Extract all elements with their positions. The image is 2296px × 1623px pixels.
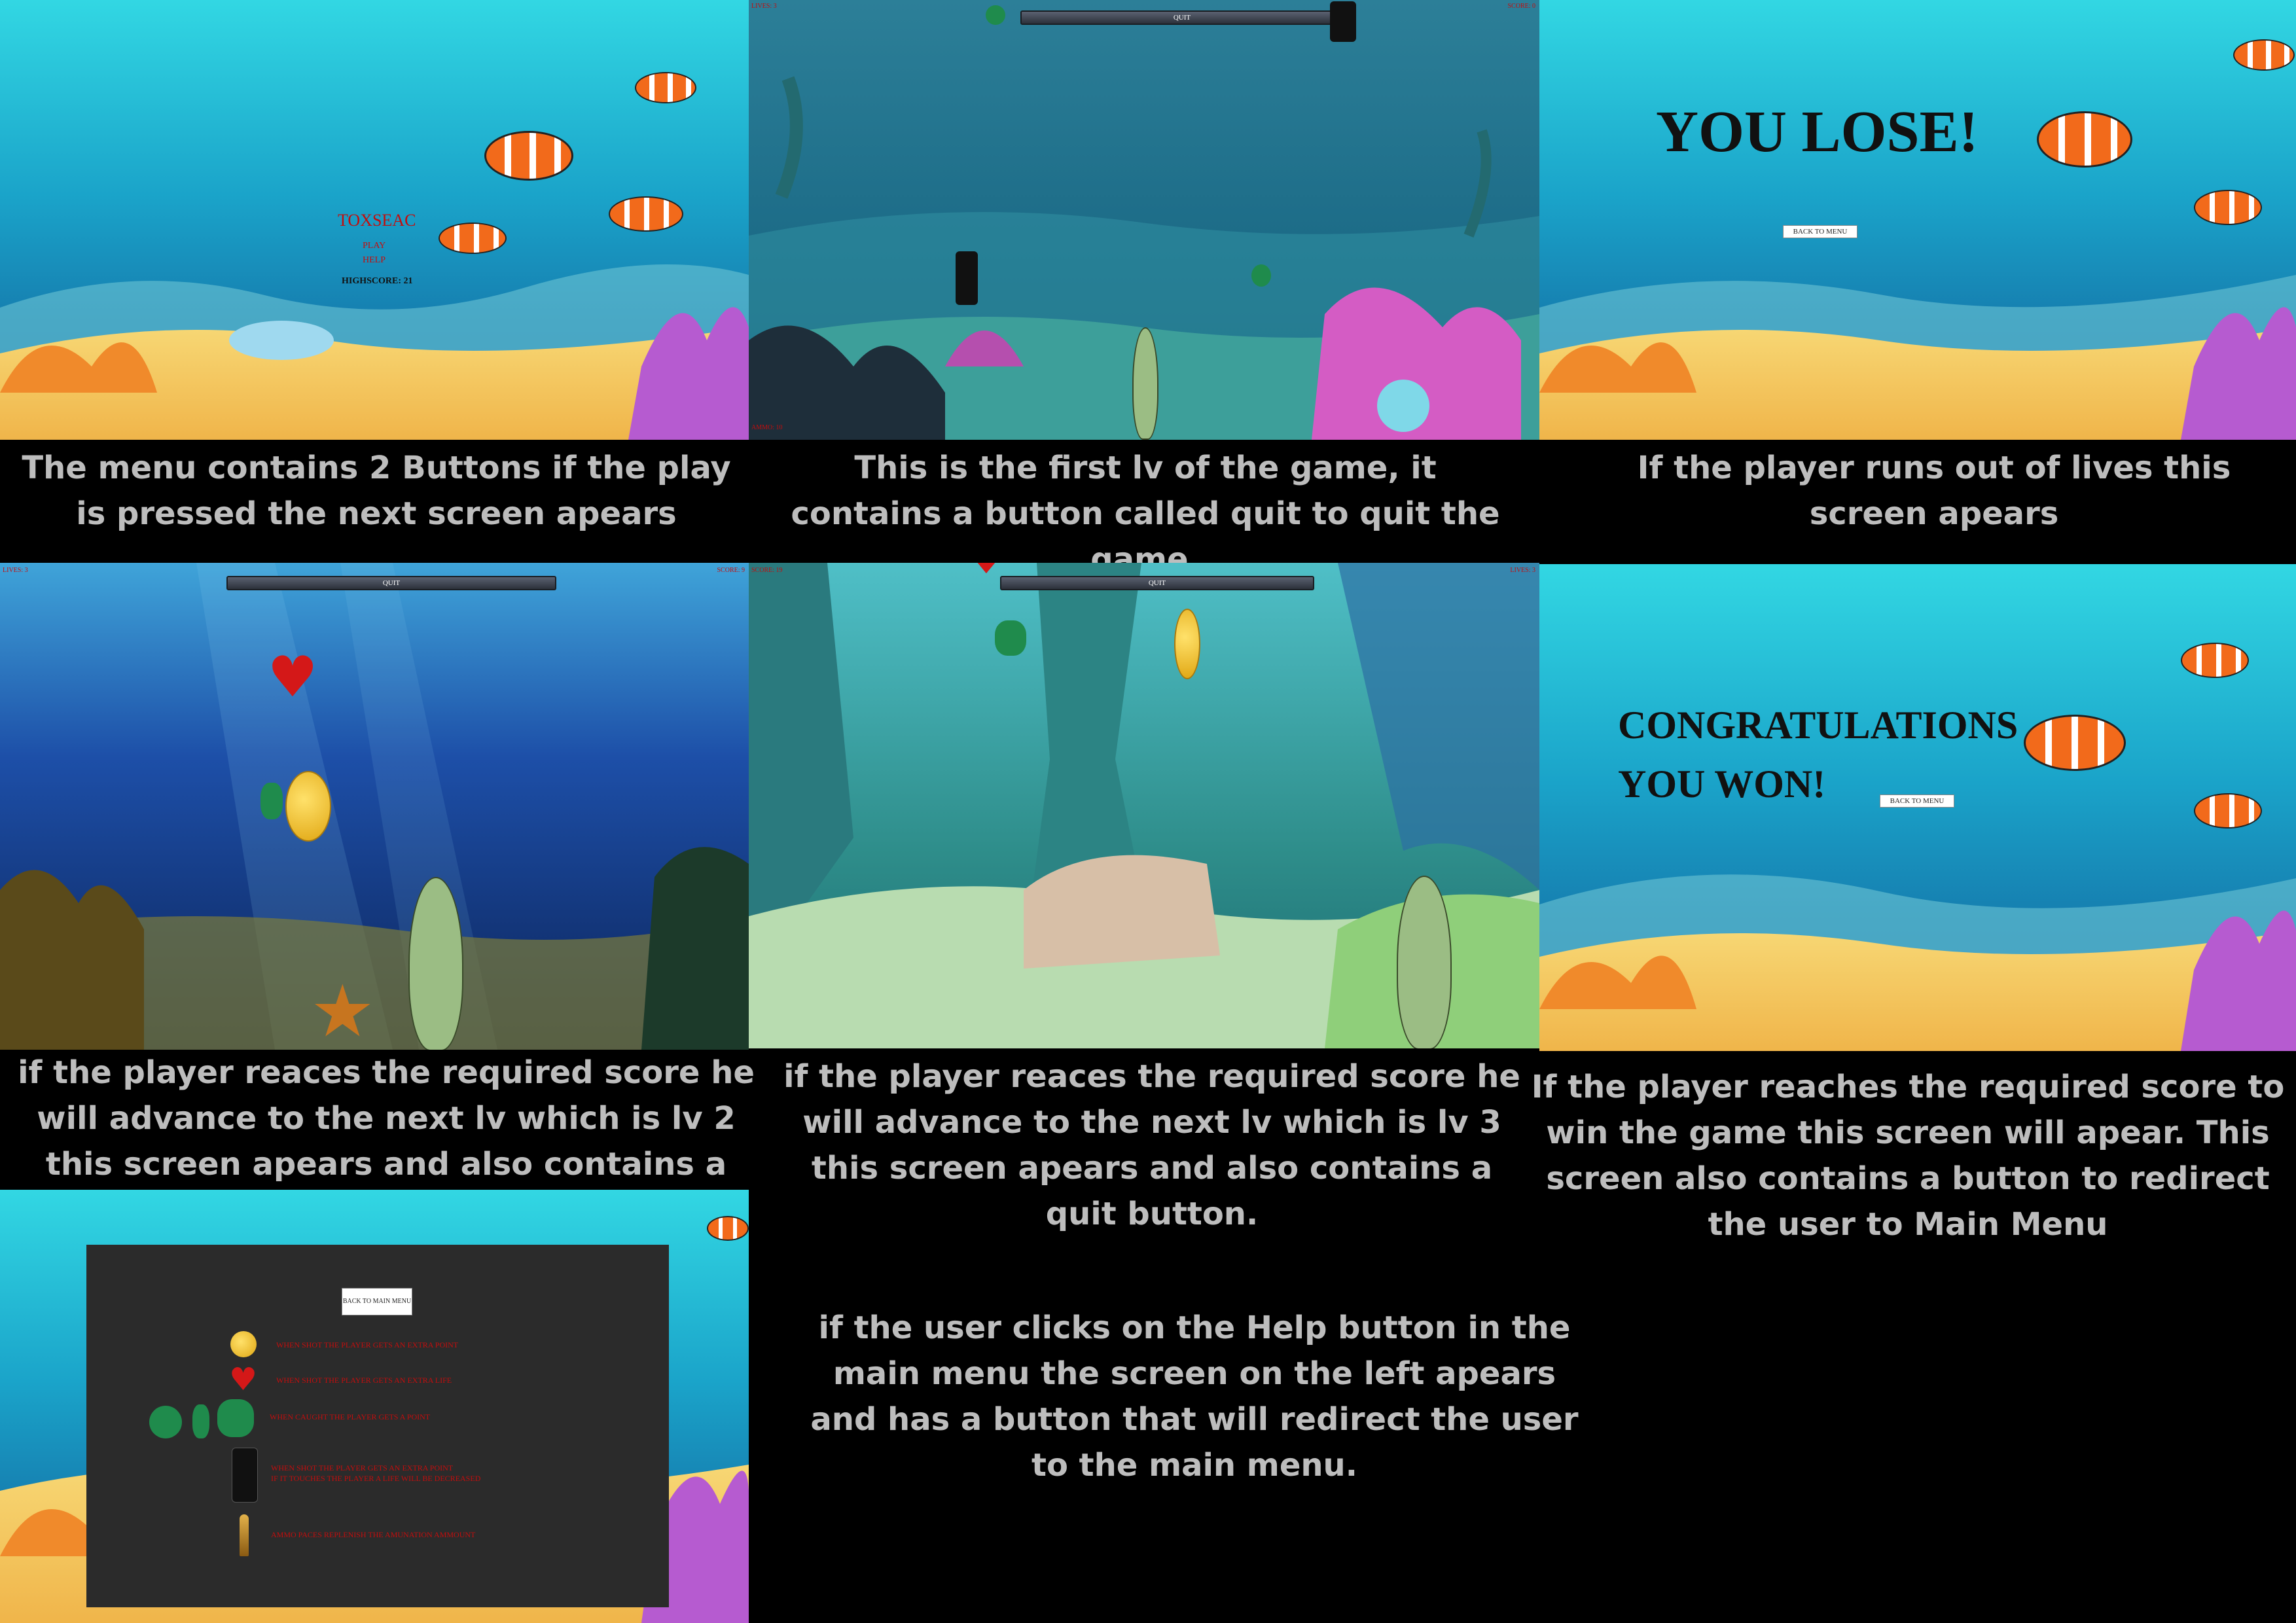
coin-icon	[1174, 609, 1200, 679]
clownfish-icon	[2037, 111, 2132, 168]
level2-screen: LIVES: 3 SCORE: 9 QUIT ♥ ★	[0, 563, 749, 1050]
help-caption: if the user clicks on the Help button in…	[810, 1310, 1579, 1484]
clownfish-icon	[2233, 39, 2295, 71]
menu-screen: TOXSEAC PLAY HELP HIGHSCORE: 21	[0, 0, 749, 440]
heart-icon: ♥	[229, 1361, 258, 1398]
monster-icon	[995, 620, 1026, 656]
coin-description: WHEN SHOT THE PLAYER GETS AN EXTRA POINT	[276, 1340, 459, 1349]
monster-icon	[260, 783, 283, 819]
ammo-icon	[240, 1514, 249, 1556]
score-hud: SCORE: 0	[1507, 3, 1535, 10]
heart-icon: ♥	[969, 563, 1008, 580]
starfish-icon: ★	[310, 969, 375, 1050]
level1-caption: This is the first lv of the game, it con…	[791, 450, 1500, 578]
quit-button[interactable]: QUIT	[226, 576, 556, 590]
toxic-barrel-icon	[1330, 1, 1356, 42]
win-caption: If the player reaches the required score…	[1531, 1069, 2285, 1243]
monster-description: WHEN CAUGHT THE PLAYER GETS A POINT	[270, 1412, 431, 1421]
help-button[interactable]: HELP	[363, 255, 386, 266]
win-screen: CONGRATULATIONS YOU WON! BACK TO MENU	[1539, 564, 2296, 1051]
player-fish-icon	[408, 877, 463, 1050]
heart-icon: ♥	[267, 645, 318, 710]
back-to-menu-button[interactable]: BACK TO MENU	[1783, 225, 1857, 238]
lives-hud: LIVES: 3	[751, 3, 777, 10]
clownfish-icon	[2194, 793, 2262, 829]
coin-icon	[285, 771, 331, 842]
clownfish-icon	[2181, 643, 2249, 678]
ammo-description: AMMO PACES REPLENISH THE AMUNATION AMMOU…	[271, 1530, 476, 1539]
barrel-description-1: WHEN SHOT THE PLAYER GETS AN EXTRA POINT	[271, 1463, 454, 1472]
back-to-menu-button[interactable]: BACK TO MENU	[1880, 794, 1954, 808]
lives-hud: LIVES: 3	[3, 567, 28, 574]
barrel-description-2: IF IT TOUCHES THE PLAYER A LIFE WILL BE …	[271, 1474, 481, 1483]
monster-icon	[1251, 264, 1271, 287]
clownfish-icon	[609, 196, 683, 232]
level3-caption: if the player reaces the required score …	[783, 1058, 1520, 1232]
lose-caption: If the player runs out of lives this scr…	[1637, 450, 2231, 532]
toxic-barrel-icon	[956, 251, 978, 305]
clownfish-icon	[635, 72, 696, 103]
back-to-main-menu-button[interactable]: BACK TO MAIN MENU	[342, 1288, 412, 1315]
coin-icon	[230, 1331, 257, 1357]
lose-screen: YOU LOSE! BACK TO MENU	[1539, 0, 2296, 440]
clownfish-icon	[484, 131, 573, 181]
monster-icon	[217, 1399, 254, 1437]
heart-description: WHEN SHOT THE PLAYER GETS AN EXTRA LIFE	[276, 1376, 452, 1385]
clownfish-icon	[2024, 715, 2126, 771]
level1-screen: LIVES: 3 SCORE: 0 QUIT AMMO: 10	[749, 0, 1539, 440]
score-hud: SCORE: 19	[751, 567, 783, 574]
monster-icon	[986, 5, 1005, 25]
clownfish-icon	[707, 1216, 749, 1241]
lives-hud: LIVES: 3	[1510, 567, 1535, 574]
play-button[interactable]: PLAY	[363, 241, 386, 251]
menu-caption: The menu contains 2 Buttons if the play …	[22, 450, 731, 532]
reef-background	[1539, 564, 2296, 1051]
win-title-line2: YOU WON!	[1618, 762, 1826, 806]
score-hud: SCORE: 9	[717, 567, 745, 574]
monster-icon	[192, 1404, 209, 1438]
clownfish-icon	[2194, 190, 2262, 225]
lose-title: YOU LOSE!	[1656, 99, 1979, 164]
clownfish-icon	[439, 223, 507, 254]
help-panel: BACK TO MAIN MENU WHEN SHOT THE PLAYER G…	[86, 1245, 669, 1607]
ammo-hud: AMMO: 10	[751, 424, 783, 431]
quit-button[interactable]: QUIT	[1000, 576, 1314, 590]
player-fish-icon	[1132, 327, 1158, 440]
help-screen: BACK TO MAIN MENU WHEN SHOT THE PLAYER G…	[0, 1190, 749, 1623]
game-title: TOXSEAC	[338, 211, 416, 230]
win-title-line1: CONGRATULATIONS	[1618, 704, 2018, 747]
player-fish-icon	[1397, 876, 1452, 1048]
reef-background	[1539, 0, 2296, 440]
highscore-text: HIGHSCORE: 21	[342, 276, 413, 286]
quit-button[interactable]: QUIT	[1020, 10, 1344, 25]
toxic-barrel-icon	[232, 1448, 258, 1503]
monster-icon	[149, 1406, 182, 1438]
level3-screen: SCORE: 19 LIVES: 3 QUIT ♥	[749, 563, 1539, 1048]
